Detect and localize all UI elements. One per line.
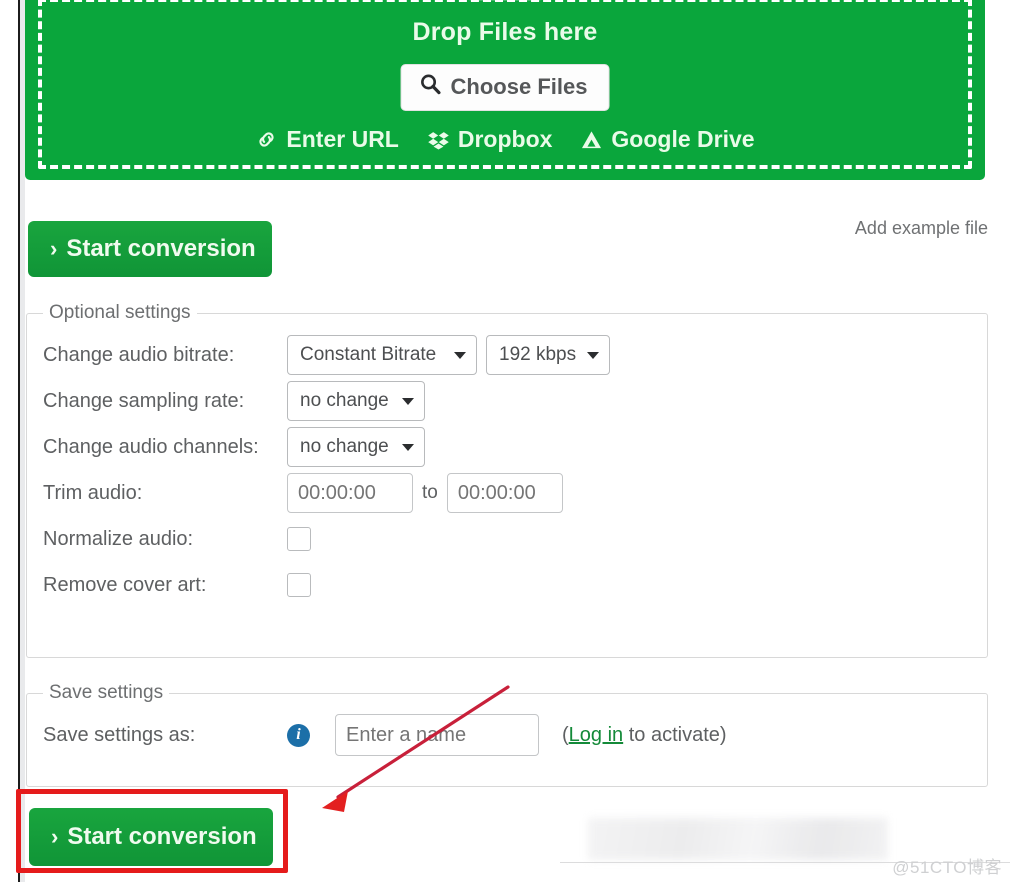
google-drive-label: Google Drive [611, 126, 755, 152]
start-conversion-button-bottom[interactable]: › Start conversion [29, 808, 273, 866]
chevron-down-icon [402, 444, 414, 451]
dropbox-label: Dropbox [457, 126, 553, 152]
label-change-sampling-rate: Change sampling rate: [43, 389, 245, 412]
save-settings-rows: Save settings as: i (Log in to activate) [27, 704, 987, 758]
row-change-sampling-rate: Change sampling rate: no change [27, 378, 987, 424]
dropbox-icon [427, 129, 450, 151]
row-normalize-audio: Normalize audio: [27, 516, 987, 562]
bitrate-value-value: 192 kbps [499, 344, 577, 365]
sampling-rate-value: no change [300, 390, 389, 411]
label-normalize-audio: Normalize audio: [43, 527, 194, 550]
file-dropzone[interactable]: Drop Files here Choose Files Enter URL D… [25, 0, 985, 180]
row-trim-audio: Trim audio: to [27, 470, 987, 516]
login-activate-note: (Log in to activate) [562, 724, 727, 747]
trim-start-input[interactable] [287, 473, 413, 513]
dropbox-link[interactable]: Dropbox [427, 126, 553, 153]
label-change-audio-bitrate: Change audio bitrate: [43, 343, 235, 366]
add-example-file-link[interactable]: Add example file [855, 218, 988, 239]
remove-cover-art-checkbox[interactable] [287, 573, 311, 597]
row-save-settings-as: Save settings as: i (Log in to activate) [27, 712, 987, 758]
chevron-down-icon [454, 352, 466, 359]
label-trim-audio: Trim audio: [43, 481, 143, 504]
enter-url-link[interactable]: Enter URL [255, 126, 399, 153]
login-note-suffix: to activate) [623, 723, 727, 746]
bitrate-mode-value: Constant Bitrate [300, 344, 437, 365]
row-change-audio-channels: Change audio channels: no change [27, 424, 987, 470]
watermark-text: @51CTO博客 [892, 858, 1002, 877]
bitrate-mode-select[interactable]: Constant Bitrate [287, 335, 477, 375]
start-conversion-bottom-label: Start conversion [67, 823, 257, 850]
chevron-right-icon: › [50, 236, 58, 261]
optional-settings-legend: Optional settings [49, 302, 191, 323]
label-save-settings-as: Save settings as: [43, 723, 196, 746]
optional-settings-rows: Change audio bitrate: Constant Bitrate 1… [27, 324, 987, 608]
save-settings-legend: Save settings [49, 682, 164, 703]
start-conversion-button-top[interactable]: › Start conversion [28, 221, 272, 277]
search-icon [420, 73, 442, 101]
dropzone-title: Drop Files here [412, 18, 598, 46]
chevron-down-icon [402, 398, 414, 405]
trim-end-input[interactable] [446, 473, 563, 513]
save-settings-name-input[interactable] [335, 714, 539, 756]
link-icon [255, 128, 278, 151]
page-root: Drop Files here Choose Files Enter URL D… [0, 0, 1010, 882]
sampling-rate-select[interactable]: no change [287, 381, 425, 421]
label-remove-cover-art: Remove cover art: [43, 573, 207, 596]
row-change-audio-bitrate: Change audio bitrate: Constant Bitrate 1… [27, 332, 987, 378]
start-conversion-top-label: Start conversion [66, 235, 256, 262]
audio-channels-select[interactable]: no change [287, 427, 425, 467]
audio-channels-value: no change [300, 436, 389, 457]
normalize-audio-checkbox[interactable] [287, 527, 311, 551]
login-link[interactable]: Log in [569, 724, 624, 746]
label-change-audio-channels: Change audio channels: [43, 435, 259, 458]
choose-files-button[interactable]: Choose Files [400, 64, 610, 111]
bitrate-value-select[interactable]: 192 kbps [486, 335, 610, 375]
window-left-border [18, 0, 20, 882]
chevron-down-icon [587, 352, 599, 359]
row-remove-cover-art: Remove cover art: [27, 562, 987, 608]
login-note-prefix: ( [562, 723, 569, 746]
google-drive-icon [580, 129, 603, 151]
save-settings-panel: Save settings Save settings as: i (Log i… [26, 682, 988, 787]
google-drive-link[interactable]: Google Drive [580, 126, 755, 153]
redacted-smudge [588, 818, 888, 860]
dropzone-sources: Enter URL Dropbox Google Drive [25, 126, 985, 153]
choose-files-label: Choose Files [450, 74, 588, 99]
optional-settings-panel: Optional settings Change audio bitrate: … [26, 302, 988, 658]
trim-separator-label: to [422, 482, 438, 503]
info-icon[interactable]: i [287, 723, 310, 747]
enter-url-label: Enter URL [286, 126, 399, 152]
chevron-right-icon: › [51, 824, 59, 849]
